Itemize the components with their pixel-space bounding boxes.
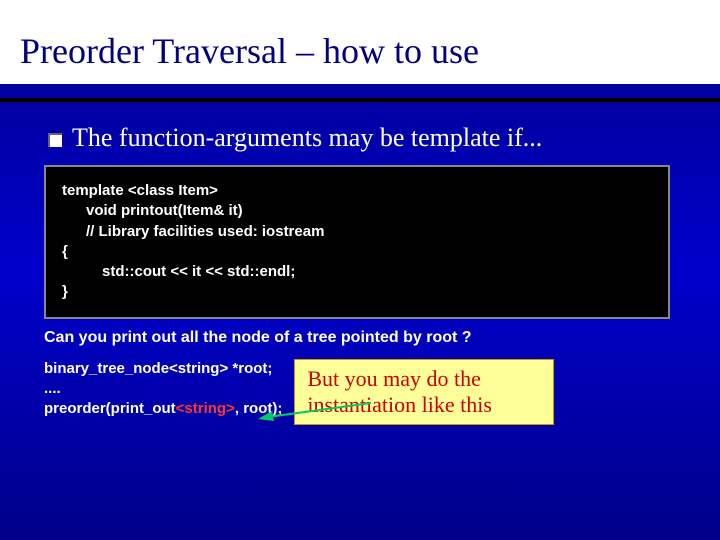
code-line: std::cout << it << std::endl; xyxy=(62,262,652,282)
code-line: { xyxy=(62,242,652,262)
square-bullet-icon xyxy=(48,133,62,147)
code-box: template <class Item> void printout(Item… xyxy=(44,165,670,319)
bottom-row: binary_tree_node<string> *root; .... pre… xyxy=(44,359,690,426)
snippet-part: preorder(print_out xyxy=(44,400,176,417)
snippet-line: preorder(print_out<string>, root); xyxy=(44,399,282,419)
title-area: Preorder Traversal – how to use xyxy=(0,0,720,84)
code-line: void printout(Item& it) xyxy=(62,201,652,221)
slide-title: Preorder Traversal – how to use xyxy=(20,30,700,72)
question-text: Can you print out all the node of a tree… xyxy=(44,329,690,347)
bullet-text: The function-arguments may be template i… xyxy=(72,123,542,153)
code-line: // Library facilities used: iostream xyxy=(62,222,652,242)
snippet-line: .... xyxy=(44,379,282,399)
content-area: The function-arguments may be template i… xyxy=(0,103,720,435)
snippet-part: , root); xyxy=(235,400,282,417)
code-snippet: binary_tree_node<string> *root; .... pre… xyxy=(44,359,282,420)
code-line: template <class Item> xyxy=(62,181,652,201)
snippet-highlight: <string> xyxy=(176,400,235,417)
bullet-line: The function-arguments may be template i… xyxy=(48,123,690,153)
callout-box: But you may do the instantiation like th… xyxy=(294,359,554,426)
snippet-line: binary_tree_node<string> *root; xyxy=(44,359,282,379)
code-line: } xyxy=(62,282,652,302)
